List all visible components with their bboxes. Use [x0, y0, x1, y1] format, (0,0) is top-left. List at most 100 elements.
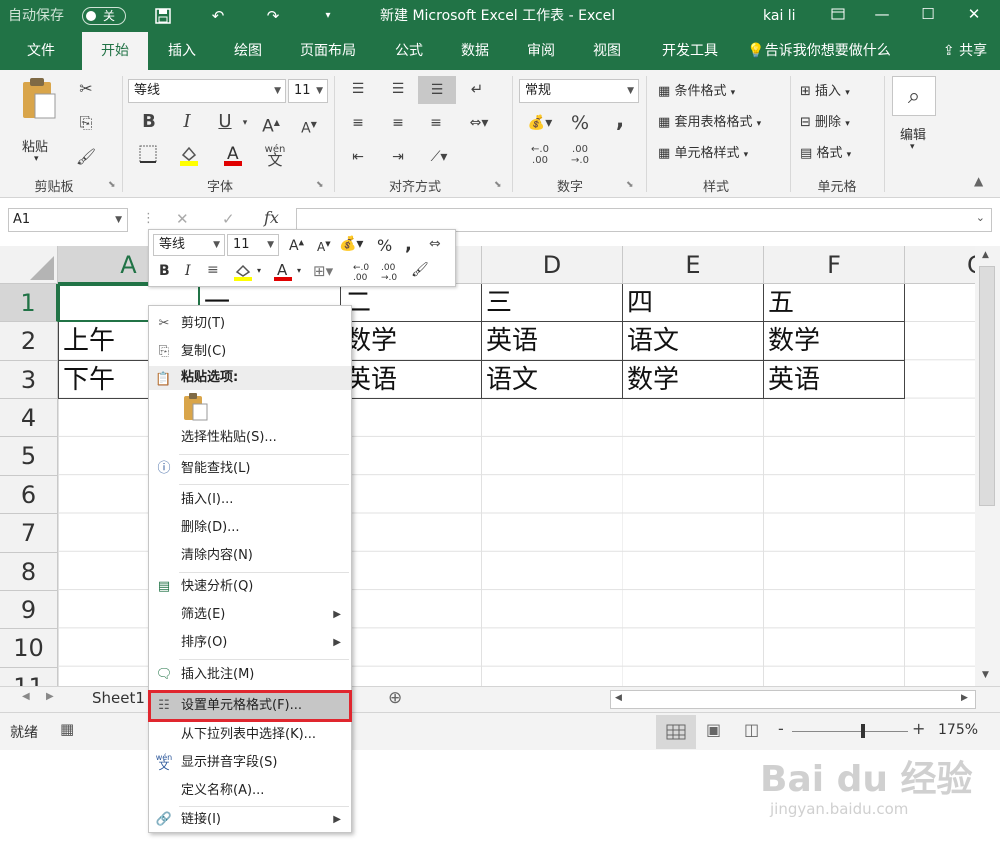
menu-item-clear-contents[interactable]: 清除内容(N) [149, 542, 351, 570]
menu-item-insert[interactable]: 插入(I)... [149, 486, 351, 514]
save-icon[interactable] [150, 4, 176, 28]
increase-font-icon[interactable]: A▲ [260, 112, 282, 138]
undo-icon[interactable]: ↶ [205, 4, 231, 28]
enter-icon[interactable]: ✓ [222, 210, 235, 228]
row-header-8[interactable]: 8 [0, 553, 58, 591]
number-format-combo[interactable]: 常规 ▼ [519, 79, 639, 103]
mini-merge-icon[interactable]: ⇔ [429, 236, 441, 252]
format-painter-icon[interactable]: 🖌 [74, 146, 98, 168]
cut-icon[interactable]: ✂ [74, 78, 98, 100]
normal-view-icon[interactable] [656, 715, 696, 749]
tab-developer[interactable]: 开发工具 [654, 32, 726, 70]
format-as-table-button[interactable]: ▦ 套用表格格式 ▾ [658, 111, 761, 130]
clipboard-launcher-icon[interactable]: ⬊ [108, 180, 116, 190]
mini-decrease-font-icon[interactable]: A▼ [317, 240, 331, 254]
chevron-down-icon[interactable]: ▾ [297, 266, 301, 275]
tab-insert[interactable]: 插入 [156, 32, 208, 70]
mini-borders-icon[interactable]: ⊞▾ [313, 262, 333, 280]
menu-item-copy[interactable]: ⎘ 复制(C) [149, 338, 351, 366]
mini-italic-button[interactable]: I [185, 263, 191, 279]
menu-item-smart-lookup[interactable]: ⓘ 智能查找(L) [149, 455, 351, 483]
cell-c2[interactable]: 数学 [341, 322, 482, 361]
mini-comma-button[interactable]: , [405, 234, 412, 255]
insert-function-button[interactable]: fx [264, 208, 279, 227]
fill-color-icon[interactable] [176, 144, 202, 172]
percent-style-button[interactable]: % [568, 112, 592, 134]
tab-page-layout[interactable]: 页面布局 [292, 32, 364, 70]
autosave-toggle[interactable]: 关 [82, 7, 126, 25]
editing-dropdown-icon[interactable]: ▾ [910, 142, 915, 152]
zoom-slider[interactable] [792, 731, 908, 732]
ribbon-display-icon[interactable] [816, 0, 860, 28]
worksheet-grid[interactable]: A B C D E F G 1 2 3 4 5 6 7 8 9 10 11 一 … [0, 246, 975, 686]
menu-item-quick-analysis[interactable]: ▤ 快速分析(Q) [149, 573, 351, 601]
collapse-ribbon-icon[interactable]: ▲ [974, 174, 983, 188]
menu-item-pick-from-list[interactable]: 从下拉列表中选择(K)... [149, 721, 351, 749]
paste-dropdown-icon[interactable]: ▾ [34, 154, 39, 164]
scroll-up-icon[interactable]: ▲ [982, 250, 989, 260]
editing-button[interactable]: 编辑 [900, 124, 926, 143]
cell-f1[interactable]: 五 [764, 284, 905, 322]
name-box[interactable]: A1 ▼ [8, 208, 128, 232]
tell-me-box[interactable]: 💡告诉我你想要做什么 [744, 32, 894, 70]
customize-qat-icon[interactable]: ▾ [315, 4, 341, 28]
align-top-icon[interactable]: ☰ [346, 78, 370, 100]
row-header-6[interactable]: 6 [0, 476, 58, 514]
conditional-formatting-button[interactable]: ▦ 条件格式 ▾ [658, 80, 735, 99]
zoom-level[interactable]: 175% [938, 722, 978, 738]
cell-d3[interactable]: 语文 [482, 361, 623, 399]
tab-home[interactable]: 开始 [82, 32, 148, 70]
cancel-icon[interactable]: ✕ [176, 210, 189, 228]
alignment-launcher-icon[interactable]: ⬊ [494, 180, 502, 190]
underline-button[interactable]: U [214, 111, 236, 133]
row-header-11[interactable]: 11 [0, 668, 58, 686]
horizontal-scrollbar[interactable]: ◀ ▶ [610, 690, 976, 709]
cell-f2[interactable]: 数学 [764, 322, 905, 361]
mini-font-color-icon[interactable]: A [273, 261, 293, 287]
mini-decrease-decimal-icon[interactable]: .00 →.0 [381, 263, 397, 283]
menu-item-insert-comment[interactable]: 🗨 插入批注(M) [149, 661, 351, 689]
maximize-icon[interactable]: ☐ [906, 0, 950, 28]
decrease-font-icon[interactable]: A▼ [298, 114, 320, 140]
share-button[interactable]: ⇪ 共享 [934, 32, 996, 70]
row-header-7[interactable]: 7 [0, 514, 58, 553]
mini-size-combo[interactable]: 11 ▼ [227, 234, 279, 256]
align-middle-icon[interactable]: ☰ [386, 78, 410, 100]
cell-styles-button[interactable]: ▦ 单元格样式 ▾ [658, 142, 748, 161]
underline-dropdown-icon[interactable]: ▾ [238, 112, 252, 134]
column-header-g[interactable]: G [905, 246, 975, 284]
number-launcher-icon[interactable]: ⬊ [626, 180, 634, 190]
cell-c1[interactable]: 二 [341, 284, 482, 322]
menu-item-filter[interactable]: 筛选(E) ▶ [149, 601, 351, 629]
accounting-format-icon[interactable]: 💰▾ [522, 112, 558, 134]
copy-icon[interactable]: ⎘ [74, 112, 98, 134]
mini-increase-decimal-icon[interactable]: ←.0.00 [353, 263, 369, 283]
menu-item-sort[interactable]: 排序(O) ▶ [149, 629, 351, 657]
font-launcher-icon[interactable]: ⬊ [316, 180, 324, 190]
cell-d2[interactable]: 英语 [482, 322, 623, 361]
menu-item-format-cells[interactable]: ☷ 设置单元格格式(F)... [148, 690, 352, 722]
sheet-tab-sheet1[interactable]: Sheet1 [92, 689, 145, 707]
sheet-prev-icon[interactable]: ◀ [22, 691, 30, 702]
cell-f3[interactable]: 英语 [764, 361, 905, 399]
mini-center-icon[interactable]: ≡ [207, 262, 219, 278]
add-sheet-icon[interactable]: ⊕ [388, 688, 402, 708]
tab-formulas[interactable]: 公式 [386, 32, 432, 70]
menu-item-show-phonetic[interactable]: wén 文显示拼音字段(S) [149, 749, 351, 777]
minimize-icon[interactable]: — [860, 0, 904, 28]
row-header-3[interactable]: 3 [0, 361, 58, 399]
wrap-text-icon[interactable]: ↵ [464, 78, 490, 100]
format-cells-button[interactable]: ▤ 格式 ▾ [800, 142, 851, 161]
sheet-next-icon[interactable]: ▶ [46, 691, 54, 702]
font-color-icon[interactable]: A [220, 143, 246, 173]
paste-icon[interactable] [16, 76, 62, 122]
mini-percent-button[interactable]: % [377, 236, 392, 255]
scroll-thumb[interactable] [979, 266, 995, 506]
row-header-1[interactable]: 1 [0, 284, 58, 322]
italic-button[interactable]: I [176, 111, 198, 133]
cell-e2[interactable]: 语文 [623, 322, 764, 361]
mini-format-painter-icon[interactable]: 🖌 [411, 262, 429, 278]
user-name[interactable]: kai li [763, 0, 796, 32]
tab-data[interactable]: 数据 [450, 32, 500, 70]
align-bottom-icon[interactable]: ☰ [418, 76, 456, 104]
